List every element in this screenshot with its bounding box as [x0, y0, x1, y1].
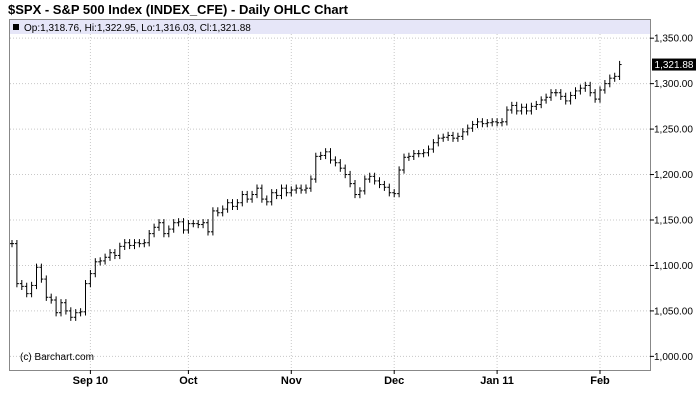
x-tick-label: Nov — [281, 375, 303, 387]
series-marker-icon — [13, 24, 19, 30]
y-tick-label: 1,050.00 — [654, 306, 693, 317]
y-tick-label: 1,000.00 — [654, 352, 693, 363]
y-tick-label: 1,350.00 — [654, 34, 693, 45]
y-tick-label: 1,200.00 — [654, 170, 693, 181]
x-tick-label: Jan 11 — [480, 375, 514, 387]
y-tick-label: 1,250.00 — [654, 125, 693, 136]
x-tick-label: Sep 10 — [73, 375, 108, 387]
ohlc-chart: Op:1,318.76, Hi:1,322.95, Lo:1,316.03, C… — [9, 19, 696, 387]
credit-text: (c) Barchart.com — [20, 352, 94, 363]
plot-frame — [9, 19, 651, 371]
ohlc-readout: Op:1,318.76, Hi:1,322.95, Lo:1,316.03, C… — [24, 23, 251, 34]
y-tick-label: 1,300.00 — [654, 79, 693, 90]
x-tick-label: Oct — [179, 375, 198, 387]
y-axis: 1,000.00 1,050.00 1,100.00 1,150.00 1,200.00… — [650, 34, 693, 363]
last-price-label: 1,321.88 — [655, 60, 694, 71]
x-axis: Sep 10 Oct Nov Dec Jan 11 Feb — [73, 370, 610, 387]
y-tick-label: 1,150.00 — [654, 216, 693, 227]
x-tick-label: Feb — [590, 375, 610, 387]
x-tick-label: Dec — [384, 375, 404, 387]
y-tick-label: 1,100.00 — [654, 261, 693, 272]
